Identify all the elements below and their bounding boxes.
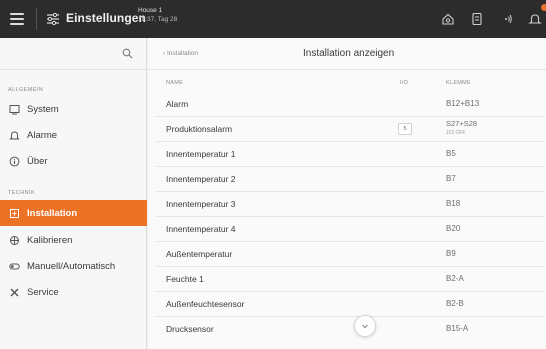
- sidebar-item-label: Über: [27, 155, 48, 167]
- sidebar-item-about[interactable]: Über: [0, 148, 147, 174]
- scroll-down-button[interactable]: [354, 315, 376, 337]
- row-terminal-sub: J13 OFF: [446, 130, 466, 136]
- menu-icon[interactable]: [10, 11, 24, 27]
- sidebar-search[interactable]: [0, 38, 147, 70]
- row-name: Außentemperatur: [166, 249, 233, 259]
- main-content: ‹ Installation Installation anzeigen NAM…: [148, 38, 546, 349]
- section-title-technik: TECHNIK: [8, 190, 35, 196]
- house-time: 18:37, Tag 28: [138, 15, 178, 23]
- monitor-icon: [9, 104, 20, 114]
- search-icon[interactable]: [122, 48, 133, 59]
- column-header-terminal: KLEMME: [446, 80, 472, 86]
- app-title: Einstellungen: [66, 11, 146, 25]
- row-terminal: B20: [446, 224, 461, 233]
- section-title-general: ALLGEMEIN: [8, 87, 44, 93]
- top-bar: Einstellungen House 1 18:37, Tag 28: [0, 0, 546, 38]
- sidebar-item-label: Service: [27, 286, 59, 298]
- sidebar-item-label: Installation: [27, 207, 78, 219]
- table-row[interactable]: Produktionsalarm 5 S27+S28 J13 OFF: [156, 117, 544, 142]
- breadcrumb-back-link[interactable]: ‹ Installation: [163, 50, 198, 57]
- sidebar-item-label: Manuell/Automatisch: [27, 260, 116, 272]
- tools-icon: [10, 288, 19, 296]
- sidebar-item-manual-auto[interactable]: Manuell/Automatisch: [0, 253, 147, 279]
- table-row[interactable]: Feuchte 1 B2-A: [156, 267, 544, 292]
- house-name: House 1: [138, 7, 163, 14]
- row-terminal: B7: [446, 174, 456, 183]
- installation-icon: [10, 208, 19, 218]
- table-row[interactable]: Innentemperatur 3 B18: [156, 192, 544, 217]
- info-icon: [9, 156, 20, 166]
- table-row[interactable]: Außentemperatur B9: [156, 242, 544, 267]
- sidebar-item-label: System: [27, 103, 59, 115]
- sidebar-item-system[interactable]: System: [0, 96, 147, 122]
- column-header-io: I/O: [400, 80, 409, 86]
- table-row[interactable]: Alarm B12+B13: [156, 92, 544, 117]
- calibrate-icon: [10, 235, 19, 245]
- table-row[interactable]: Drucksensor B15-A: [156, 317, 544, 342]
- sidebar-item-service[interactable]: Service: [0, 279, 147, 305]
- settings-sliders-icon: [47, 12, 59, 26]
- table-row[interactable]: Außenfeuchtesensor B2-B: [156, 292, 544, 317]
- table-row[interactable]: Innentemperatur 4 B20: [156, 217, 544, 242]
- row-terminal: B9: [446, 249, 456, 258]
- sidebar: ALLGEMEIN System Alarme Über TECHNIK Ins…: [0, 38, 147, 349]
- sidebar-item-label: Alarme: [27, 129, 58, 141]
- home-icon[interactable]: [441, 12, 455, 26]
- row-name: Alarm: [166, 99, 189, 109]
- row-terminal: B15-A: [446, 324, 469, 333]
- row-terminal: B18: [446, 199, 461, 208]
- row-name: Außenfeuchtesensor: [166, 299, 245, 309]
- table-row[interactable]: Innentemperatur 2 B7: [156, 167, 544, 192]
- row-terminal: S27+S28: [446, 119, 478, 128]
- house-info[interactable]: House 1 18:37, Tag 28: [138, 7, 177, 24]
- chevron-down-icon: [362, 324, 368, 329]
- io-badge[interactable]: 5: [398, 123, 412, 135]
- alarm-badge: [541, 4, 546, 11]
- toggle-icon: [9, 263, 20, 269]
- sidebar-item-installation[interactable]: Installation: [0, 200, 147, 226]
- row-name: Innentemperatur 1: [166, 149, 236, 159]
- column-header-name: NAME: [166, 80, 184, 86]
- sidebar-item-label: Kalibrieren: [27, 234, 73, 246]
- bell-icon: [9, 130, 20, 139]
- table-row[interactable]: Innentemperatur 1 B5: [156, 142, 544, 167]
- row-terminal: B2-A: [446, 274, 464, 283]
- alarm-bell-icon[interactable]: [528, 12, 542, 26]
- row-terminal: B2-B: [446, 299, 464, 308]
- sidebar-item-calibrate[interactable]: Kalibrieren: [0, 227, 147, 253]
- header-row: ‹ Installation Installation anzeigen: [148, 38, 546, 70]
- signal-icon[interactable]: [499, 12, 513, 26]
- row-terminal: B12+B13: [446, 99, 480, 108]
- row-name: Innentemperatur 2: [166, 174, 236, 184]
- row-name: Drucksensor: [166, 324, 214, 334]
- fan-icon[interactable]: [470, 12, 484, 26]
- divider: [36, 8, 37, 30]
- row-name: Innentemperatur 4: [166, 224, 236, 234]
- row-name: Feuchte 1: [166, 274, 204, 284]
- sidebar-item-alarms[interactable]: Alarme: [0, 122, 147, 148]
- row-name: Innentemperatur 3: [166, 199, 236, 209]
- row-name: Produktionsalarm: [166, 124, 233, 134]
- page-title: Installation anzeigen: [303, 48, 395, 59]
- row-terminal: B5: [446, 149, 456, 158]
